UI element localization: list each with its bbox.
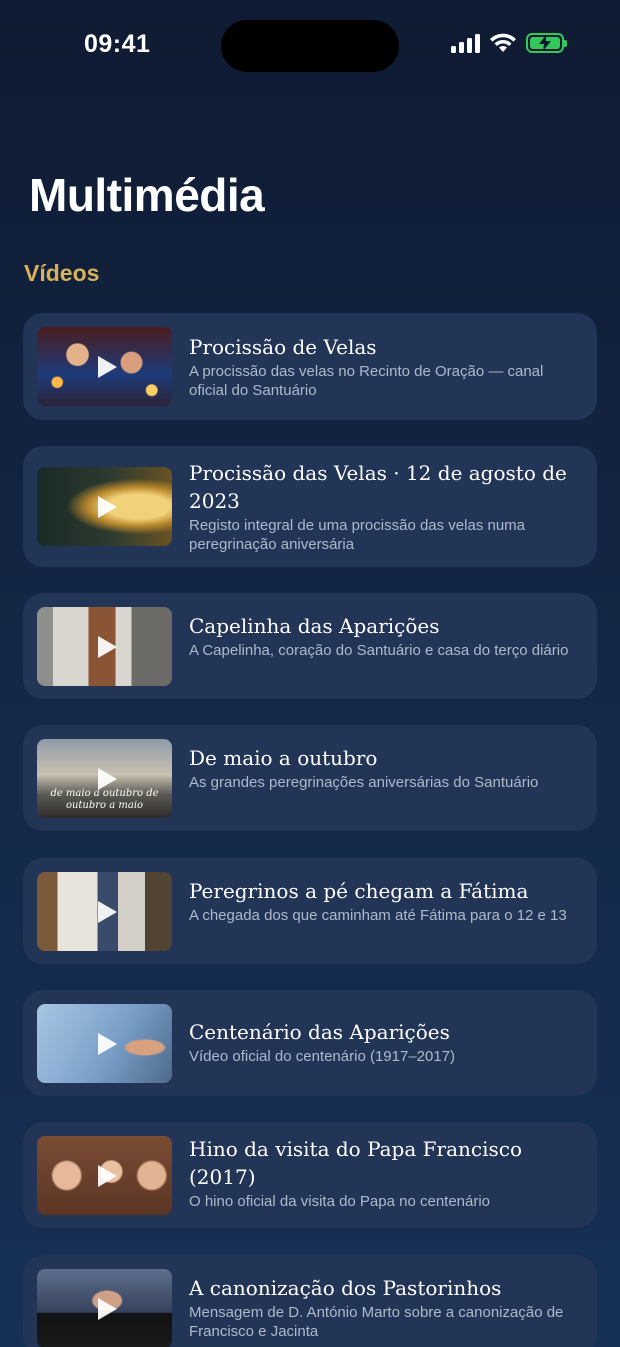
video-thumbnail [37, 1269, 172, 1347]
video-card[interactable]: A canonização dos Pastorinhos Mensagem d… [23, 1255, 597, 1347]
signal-icon [451, 33, 480, 53]
video-title: De maio a outubro [189, 746, 378, 770]
video-card[interactable]: Hino da visita do Papa Francisco (2017) … [23, 1122, 597, 1228]
video-card[interactable]: Procissão de Velas A procissão das velas… [23, 313, 597, 420]
video-thumbnail [37, 327, 172, 406]
video-thumbnail [37, 1004, 172, 1083]
video-description: A chegada dos que caminham até Fátima pa… [189, 907, 567, 924]
video-description: Vídeo oficial do centenário (1917–2017) [189, 1048, 456, 1065]
page-title: Multimédia [29, 169, 265, 221]
status-icons [451, 33, 567, 53]
thumbnail-caption: de maio a outubro de outubro a maio [50, 788, 159, 811]
section-title-videos: Vídeos [24, 260, 100, 286]
video-card[interactable]: Peregrinos a pé chegam a Fátima A chegad… [23, 858, 597, 964]
play-icon [97, 1297, 117, 1320]
play-icon [97, 635, 117, 658]
play-icon [97, 767, 117, 790]
video-title: A canonização dos Pastorinhos [189, 1276, 502, 1300]
battery-charging-icon [526, 33, 567, 53]
video-thumbnail [37, 872, 172, 951]
video-card[interactable]: de maio a outubro de outubro a maio De m… [23, 725, 597, 831]
video-description: Registo integral de uma procissão das ve… [189, 517, 526, 553]
video-title: Procissão das Velas · 12 de agosto de 20… [189, 461, 567, 513]
video-title: Capelinha das Aparições [189, 614, 440, 638]
video-thumbnail [37, 467, 172, 546]
status-time: 09:41 [84, 30, 151, 58]
play-icon [97, 900, 117, 923]
video-title: Procissão de Velas [189, 335, 377, 359]
video-thumbnail [37, 607, 172, 686]
play-icon [97, 355, 117, 378]
video-thumbnail: de maio a outubro de outubro a maio [37, 739, 172, 818]
video-description: Mensagem de D. António Marto sobre a can… [189, 1304, 564, 1340]
video-thumbnail [37, 1136, 172, 1215]
video-description: As grandes peregrinações aniversárias do… [189, 774, 539, 791]
video-title: Hino da visita do Papa Francisco (2017) [189, 1137, 522, 1189]
video-title: Centenário das Aparições [189, 1020, 450, 1044]
wifi-icon [490, 33, 516, 52]
video-description: O hino oficial da visita do Papa no cent… [189, 1193, 491, 1210]
status-bar: 09:41 [0, 0, 620, 90]
video-card[interactable]: Procissão das Velas · 12 de agosto de 20… [23, 446, 597, 567]
play-icon [97, 1164, 117, 1187]
video-description: A Capelinha, coração do Santuário e casa… [189, 642, 569, 659]
video-description: A procissão das velas no Recinto de Oraç… [189, 363, 544, 399]
video-card[interactable]: Centenário das Aparições Vídeo oficial d… [23, 990, 597, 1096]
dynamic-island [221, 20, 399, 72]
video-card[interactable]: Capelinha das Aparições A Capelinha, cor… [23, 593, 597, 699]
video-title: Peregrinos a pé chegam a Fátima [189, 879, 529, 903]
play-icon [97, 495, 117, 518]
play-icon [97, 1032, 117, 1055]
